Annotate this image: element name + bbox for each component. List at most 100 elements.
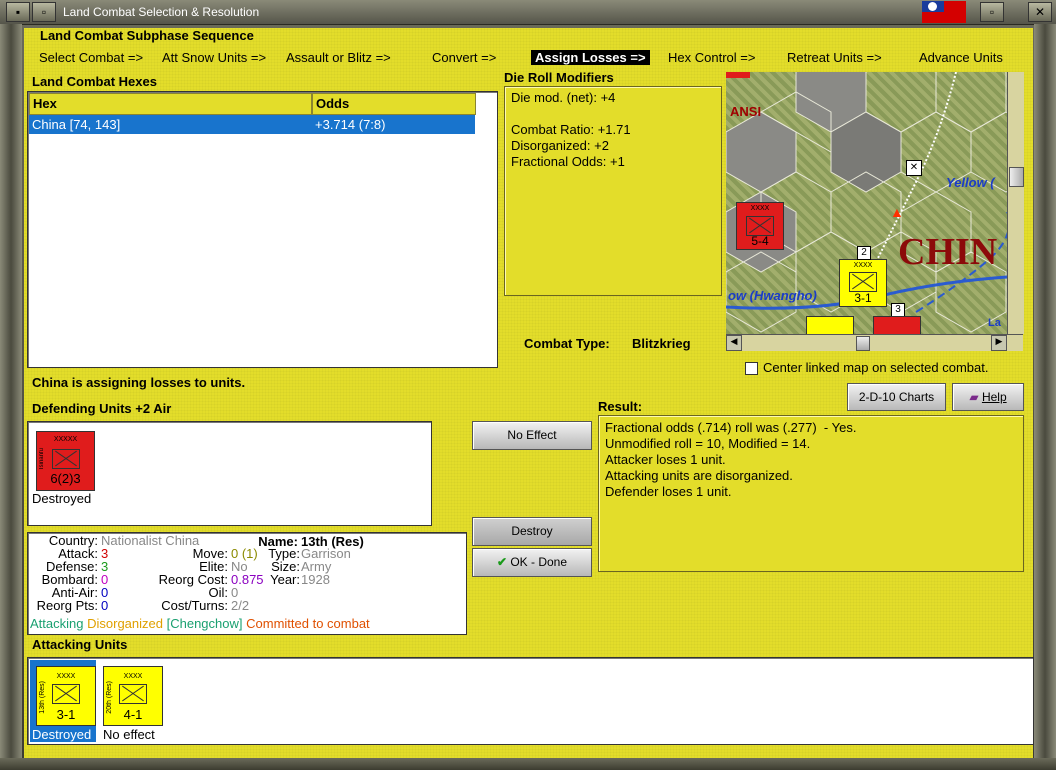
map-vertical-scrollbar[interactable] bbox=[1007, 72, 1024, 334]
map-unit-counter[interactable] bbox=[873, 316, 921, 334]
defending-unit-counter[interactable]: XXXXX Tsinanfu 6(2)3 bbox=[36, 431, 95, 491]
dice-title: Die Roll Modifiers bbox=[504, 70, 614, 85]
odds-column-header[interactable]: Odds bbox=[312, 93, 476, 115]
attacking-title: Attacking Units bbox=[32, 637, 128, 652]
ok-done-button[interactable]: ✔ OK - Done bbox=[472, 548, 592, 577]
map-unit-counter[interactable] bbox=[806, 316, 854, 334]
country-value: Nationalist China bbox=[101, 533, 200, 548]
unit-strength: 3-1 bbox=[56, 707, 76, 722]
unit-strength: 6(2)3 bbox=[50, 471, 81, 486]
window-menu-button[interactable]: ▪ bbox=[6, 2, 30, 22]
result-line: Attacker loses 1 unit. bbox=[605, 452, 726, 467]
combat-type-value: Blitzkrieg bbox=[632, 336, 691, 351]
stack-count-badge: 2 bbox=[857, 246, 871, 260]
defending-units-list: XXXXX Tsinanfu 6(2)3 Destroyed bbox=[27, 421, 432, 526]
step-att-snow-units: Att Snow Units => bbox=[162, 50, 267, 65]
unit-strength: 5-4 bbox=[751, 234, 769, 248]
right-border bbox=[1034, 24, 1056, 764]
odds-cell: +3.714 (7:8) bbox=[315, 117, 386, 132]
cost-turns-label: Cost/Turns: bbox=[161, 598, 228, 613]
unit-size: XXXXX bbox=[53, 436, 78, 443]
bottom-border bbox=[0, 758, 1056, 770]
dice-line bbox=[511, 106, 631, 122]
stack-count-badge: 3 bbox=[891, 303, 905, 317]
unit-strength: 4-1 bbox=[123, 707, 143, 722]
charts-button[interactable]: 2-D-10 Charts bbox=[847, 383, 946, 411]
step-hex-control: Hex Control => bbox=[668, 50, 756, 65]
no-effect-button[interactable]: No Effect bbox=[472, 421, 592, 450]
map-unit-counter[interactable]: XXXX 3-1 bbox=[839, 259, 887, 307]
minimize-button[interactable]: ▫ bbox=[32, 2, 56, 22]
destroy-button[interactable]: Destroy bbox=[472, 517, 592, 546]
restore-button[interactable]: ▫ bbox=[980, 2, 1004, 22]
year-label: Year: bbox=[270, 572, 300, 587]
table-row[interactable]: China [74, 143] +3.714 (7:8) bbox=[29, 115, 475, 134]
center-map-label: Center linked map on selected combat. bbox=[763, 360, 989, 375]
result-line: Unmodified roll = 10, Modified = 14. bbox=[605, 436, 811, 451]
center-map-checkbox[interactable] bbox=[745, 362, 758, 375]
odds-header-label: Odds bbox=[316, 96, 350, 111]
hex-header-label: Hex bbox=[33, 96, 57, 111]
map-country-label: CHIN bbox=[898, 231, 998, 273]
dice-line: Disorganized: +2 bbox=[511, 138, 609, 153]
left-border bbox=[0, 24, 22, 764]
infantry-icon bbox=[849, 272, 877, 292]
unit-strength: 3-1 bbox=[854, 291, 872, 305]
status-attacking: Attacking bbox=[30, 616, 84, 631]
step-retreat-units: Retreat Units => bbox=[787, 50, 882, 65]
defending-unit-caption: Destroyed bbox=[32, 491, 92, 506]
hexes-list[interactable]: Hex Odds China [74, 143] +3.714 (7:8) bbox=[27, 91, 498, 368]
map-river-label: Yellow ( bbox=[946, 175, 995, 190]
attacking-unit-counter[interactable]: XXXX 20th (Res) 4-1 bbox=[103, 666, 163, 726]
map-province-label: ANSI bbox=[730, 104, 762, 119]
result-line: Attacking units are disorganized. bbox=[605, 468, 793, 483]
help-book-icon: ▰ bbox=[969, 390, 979, 404]
infantry-icon bbox=[119, 684, 147, 704]
infantry-icon bbox=[51, 449, 80, 469]
attacking-unit-caption: Destroyed bbox=[32, 727, 92, 742]
map-horizontal-scrollbar[interactable]: ◀ ▶ bbox=[726, 334, 1023, 351]
help-button[interactable]: ▰ Help bbox=[952, 383, 1024, 411]
cost-turns-value: 2/2 bbox=[231, 598, 250, 613]
hexes-title: Land Combat Hexes bbox=[32, 74, 157, 89]
scroll-right-icon[interactable]: ▶ bbox=[991, 335, 1007, 351]
combat-map[interactable]: ANSI Yellow ( ow (Hwangho) CHIN La XXXX … bbox=[726, 72, 1007, 334]
defending-title: Defending Units +2 Air bbox=[32, 401, 172, 416]
checkmark-icon: ✔ bbox=[496, 555, 507, 569]
result-box: Fractional odds (.714) roll was (.277) -… bbox=[598, 415, 1024, 572]
unit-size: XXXX bbox=[853, 262, 873, 269]
status-location: [Chengchow] bbox=[166, 616, 243, 631]
result-line: Fractional odds (.714) roll was (.277) -… bbox=[605, 420, 857, 435]
map-unit-counter[interactable]: XXXX 5-4 bbox=[736, 202, 784, 250]
dice-line: Die mod. (net): +4 bbox=[511, 90, 616, 105]
step-assign-losses: Assign Losses => bbox=[531, 50, 650, 65]
status-committed: Committed to combat bbox=[246, 616, 370, 631]
window-title: Land Combat Selection & Resolution bbox=[63, 5, 260, 19]
combat-type-label: Combat Type: bbox=[524, 336, 610, 351]
flag-icon bbox=[922, 1, 966, 23]
step-advance-units: Advance Units bbox=[919, 50, 1003, 65]
step-assault-or-blitz: Assault or Blitz => bbox=[286, 50, 391, 65]
title-bar: ▪ ▫ Land Combat Selection & Resolution ▫… bbox=[0, 0, 1056, 25]
unit-size: XXXX bbox=[750, 205, 770, 212]
unit-size: XXXX bbox=[123, 673, 143, 680]
dice-line: Combat Ratio: +1.71 bbox=[511, 122, 631, 137]
dice-modifiers-box: Die mod. (net): +4 Combat Ratio: +1.71 D… bbox=[504, 86, 722, 296]
map-unit-counter-edge bbox=[726, 72, 750, 78]
step-select-combat: Select Combat => bbox=[39, 50, 144, 65]
attacking-unit-counter[interactable]: XXXX 13th (Res) 3-1 bbox=[36, 666, 96, 726]
status-text: China is assigning losses to units. bbox=[32, 375, 246, 390]
scroll-thumb[interactable] bbox=[1009, 167, 1024, 187]
fire-icon: ▲ bbox=[890, 204, 904, 220]
hex-column-header[interactable]: Hex bbox=[29, 93, 312, 115]
ok-done-label: OK - Done bbox=[510, 555, 568, 569]
scroll-left-icon[interactable]: ◀ bbox=[726, 335, 742, 351]
scroll-thumb[interactable] bbox=[856, 336, 870, 351]
result-line: Defender loses 1 unit. bbox=[605, 484, 732, 499]
hex-cell: China [74, 143] bbox=[32, 117, 121, 132]
result-title: Result: bbox=[598, 399, 643, 414]
close-button[interactable]: ✕ bbox=[1028, 2, 1052, 22]
map-la-label: La bbox=[988, 317, 1001, 329]
unit-info-panel: Country: Attack: Defense: Bombard: Anti-… bbox=[27, 532, 467, 635]
objective-icon: ✕ bbox=[906, 160, 922, 176]
